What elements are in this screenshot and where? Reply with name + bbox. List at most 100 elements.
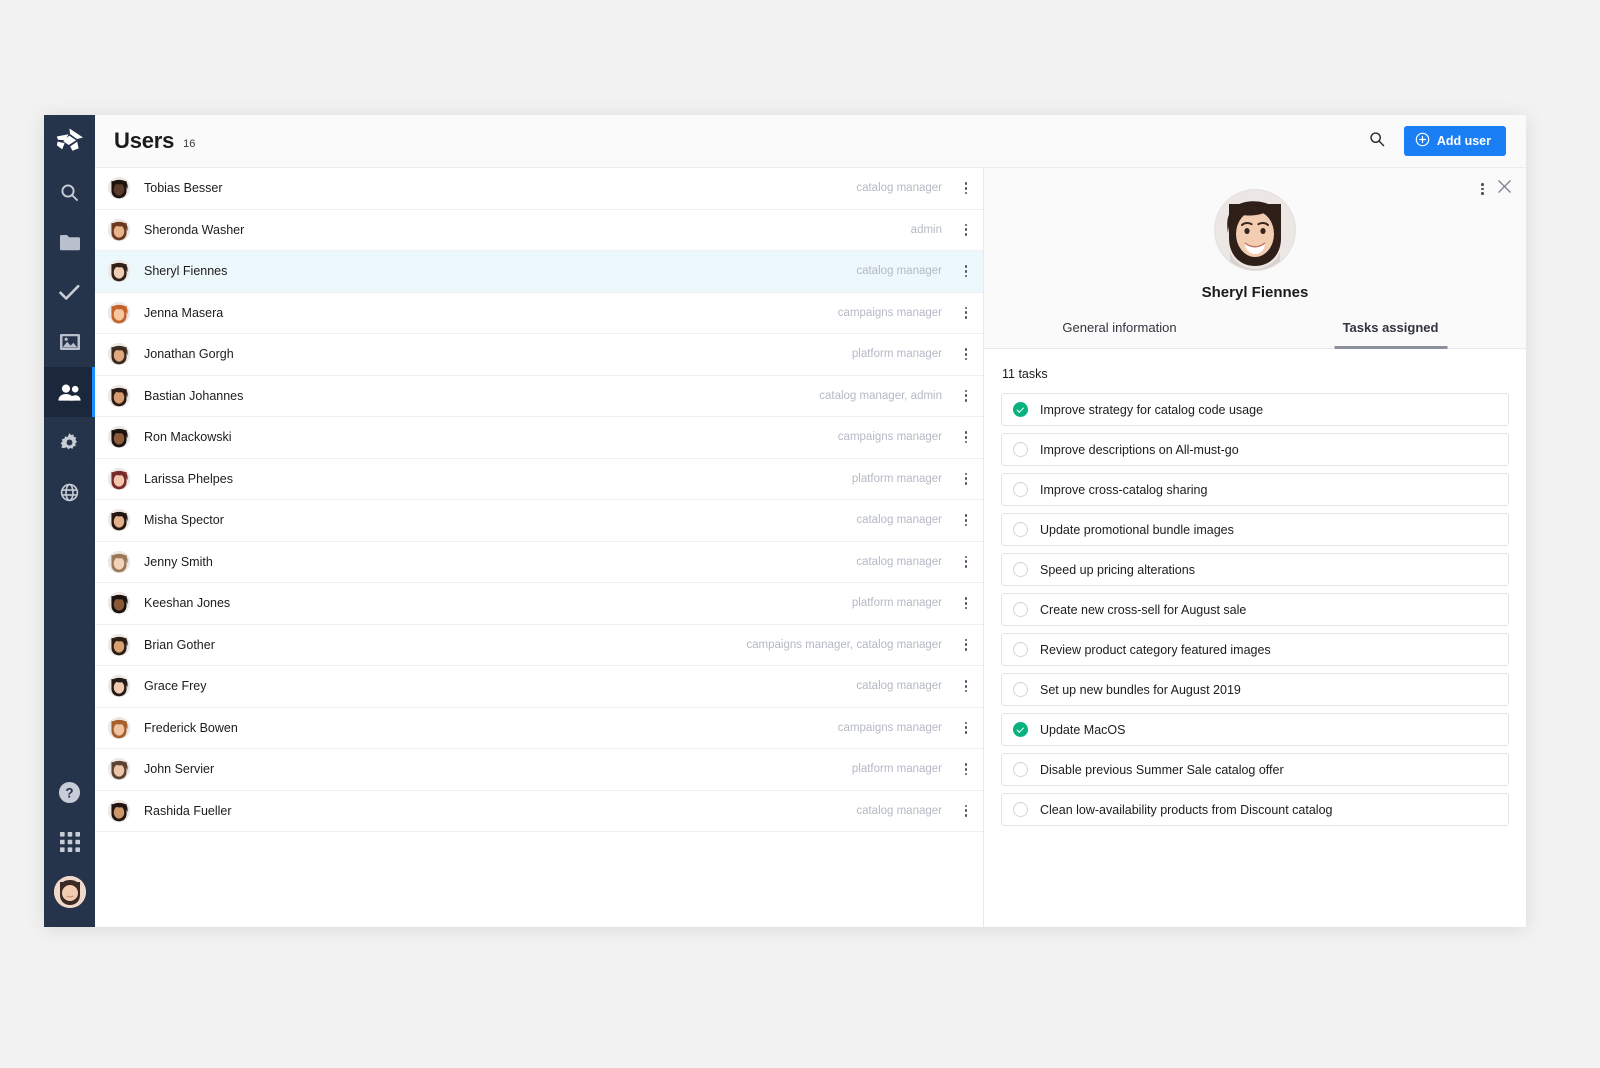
table-row[interactable]: Sheryl Fiennes catalog manager [95, 251, 983, 293]
table-row[interactable]: Grace Frey catalog manager [95, 666, 983, 708]
table-row[interactable]: Jenny Smith catalog manager [95, 542, 983, 583]
row-kebab-menu[interactable] [955, 721, 977, 734]
kebab-menu-icon[interactable] [1481, 182, 1484, 196]
avatar [108, 301, 130, 324]
table-row[interactable]: Sheronda Washer admin [95, 210, 983, 251]
list-item[interactable]: Clean low-availability products from Dis… [1001, 793, 1509, 826]
sidebar-item-settings[interactable] [44, 417, 95, 467]
row-kebab-menu[interactable] [955, 680, 977, 693]
list-item[interactable]: Review product category featured images [1001, 633, 1509, 666]
user-name: Jenny Smith [144, 554, 213, 569]
avatar [108, 592, 130, 615]
row-kebab-menu[interactable] [955, 763, 977, 776]
list-item[interactable]: Improve strategy for catalog code usage [1001, 393, 1509, 426]
sidebar-item-apps[interactable] [44, 817, 95, 867]
task-checkbox[interactable] [1013, 762, 1028, 777]
table-row[interactable]: Tobias Besser catalog manager [95, 168, 983, 210]
sidebar-item-files[interactable] [44, 217, 95, 267]
task-checkbox[interactable] [1013, 522, 1028, 537]
list-item[interactable]: Create new cross-sell for August sale [1001, 593, 1509, 626]
user-role: catalog manager [856, 804, 942, 817]
sidebar-item-global[interactable] [44, 467, 95, 517]
avatar [108, 260, 130, 283]
list-item[interactable]: Update MacOS [1001, 713, 1509, 746]
image-icon [59, 333, 80, 351]
row-kebab-menu[interactable] [955, 804, 977, 817]
row-kebab-menu[interactable] [955, 555, 977, 568]
kebab-menu-icon [964, 514, 968, 527]
search-button[interactable] [1362, 126, 1392, 156]
row-kebab-menu[interactable] [955, 223, 977, 236]
row-kebab-menu[interactable] [955, 389, 977, 402]
search-icon [60, 183, 79, 202]
row-kebab-menu[interactable] [955, 182, 977, 195]
sidebar-item-media[interactable] [44, 317, 95, 367]
row-kebab-menu[interactable] [955, 638, 977, 651]
row-kebab-menu[interactable] [955, 472, 977, 485]
task-label: Update MacOS [1040, 722, 1126, 737]
list-item[interactable]: Update promotional bundle images [1001, 513, 1509, 546]
table-row[interactable]: Brian Gother campaigns manager, catalog m… [95, 625, 983, 666]
user-role: platform manager [851, 763, 942, 776]
task-checkbox[interactable] [1013, 802, 1028, 817]
list-item[interactable]: Speed up pricing alterations [1001, 553, 1509, 586]
tab-tasks-assigned[interactable]: Tasks assigned [1255, 320, 1526, 348]
sidebar-current-user-avatar[interactable] [44, 867, 95, 927]
user-name: Tobias Besser [144, 181, 223, 196]
task-checkbox[interactable] [1013, 402, 1028, 417]
table-row[interactable]: Ron Mackowski campaigns manager [95, 417, 983, 459]
sidebar-item-help[interactable]: ? [44, 767, 95, 817]
list-item[interactable]: Improve descriptions on All-must-go [1001, 433, 1509, 466]
task-checkbox[interactable] [1013, 482, 1028, 497]
search-icon [1369, 131, 1385, 152]
content-split: Tobias Besser catalog manager Sheronda Was… [95, 168, 1526, 927]
add-user-button[interactable]: Add user [1403, 126, 1506, 156]
task-label: Disable previous Summer Sale catalog off… [1040, 762, 1284, 777]
task-label: Set up new bundles for August 2019 [1040, 682, 1241, 697]
task-list-body: 11 tasks Improve strategy for catalog co… [984, 349, 1526, 927]
task-label: Improve cross-catalog sharing [1040, 482, 1208, 497]
row-kebab-menu[interactable] [955, 348, 977, 361]
avatar [53, 876, 86, 908]
sidebar-item-tasks[interactable] [44, 267, 95, 317]
table-row[interactable]: Jonathan Gorgh platform manager [95, 334, 983, 376]
row-kebab-menu[interactable] [955, 265, 977, 278]
svg-text:?: ? [65, 785, 73, 800]
table-row[interactable]: Frederick Bowen campaigns manager [95, 708, 983, 749]
table-row[interactable]: Keeshan Jones platform manager [95, 583, 983, 625]
task-checkbox[interactable] [1013, 562, 1028, 577]
table-row[interactable]: John Servier platform manager [95, 749, 983, 791]
app-logo[interactable] [44, 115, 95, 167]
page-title: Users [114, 128, 175, 153]
avatar [108, 218, 130, 241]
task-checkbox[interactable] [1013, 442, 1028, 457]
list-item[interactable]: Improve cross-catalog sharing [1001, 473, 1509, 506]
row-kebab-menu[interactable] [955, 514, 977, 527]
sidebar-item-search[interactable] [44, 167, 95, 217]
row-kebab-menu[interactable] [955, 597, 977, 610]
tab-general-information[interactable]: General information [984, 320, 1255, 348]
list-item[interactable]: Set up new bundles for August 2019 [1001, 673, 1509, 706]
row-kebab-menu[interactable] [955, 306, 977, 319]
list-item[interactable]: Disable previous Summer Sale catalog off… [1001, 753, 1509, 786]
kebab-menu-icon [964, 721, 968, 734]
avatar [108, 343, 130, 366]
task-checkbox[interactable] [1013, 722, 1028, 737]
user-role: catalog manager [856, 680, 942, 693]
table-row[interactable]: Rashida Fueller catalog manager [95, 791, 983, 832]
plus-circle-icon [1415, 132, 1430, 150]
avatar [108, 716, 130, 739]
task-label: Clean low-availability products from Dis… [1040, 802, 1333, 817]
row-kebab-menu[interactable] [955, 431, 977, 444]
table-row[interactable]: Bastian Johannes catalog manager, admin [95, 376, 983, 417]
task-checkbox[interactable] [1013, 602, 1028, 617]
table-row[interactable]: Misha Spector catalog manager [95, 500, 983, 542]
close-icon[interactable] [1497, 179, 1512, 199]
table-row[interactable]: Larissa Phelpes platform manager [95, 459, 983, 500]
task-checkbox[interactable] [1013, 642, 1028, 657]
task-checkbox[interactable] [1013, 682, 1028, 697]
avatar [108, 799, 130, 822]
avatar [108, 758, 130, 781]
table-row[interactable]: Jenna Masera campaigns manager [95, 293, 983, 334]
sidebar-item-users[interactable] [44, 367, 95, 417]
